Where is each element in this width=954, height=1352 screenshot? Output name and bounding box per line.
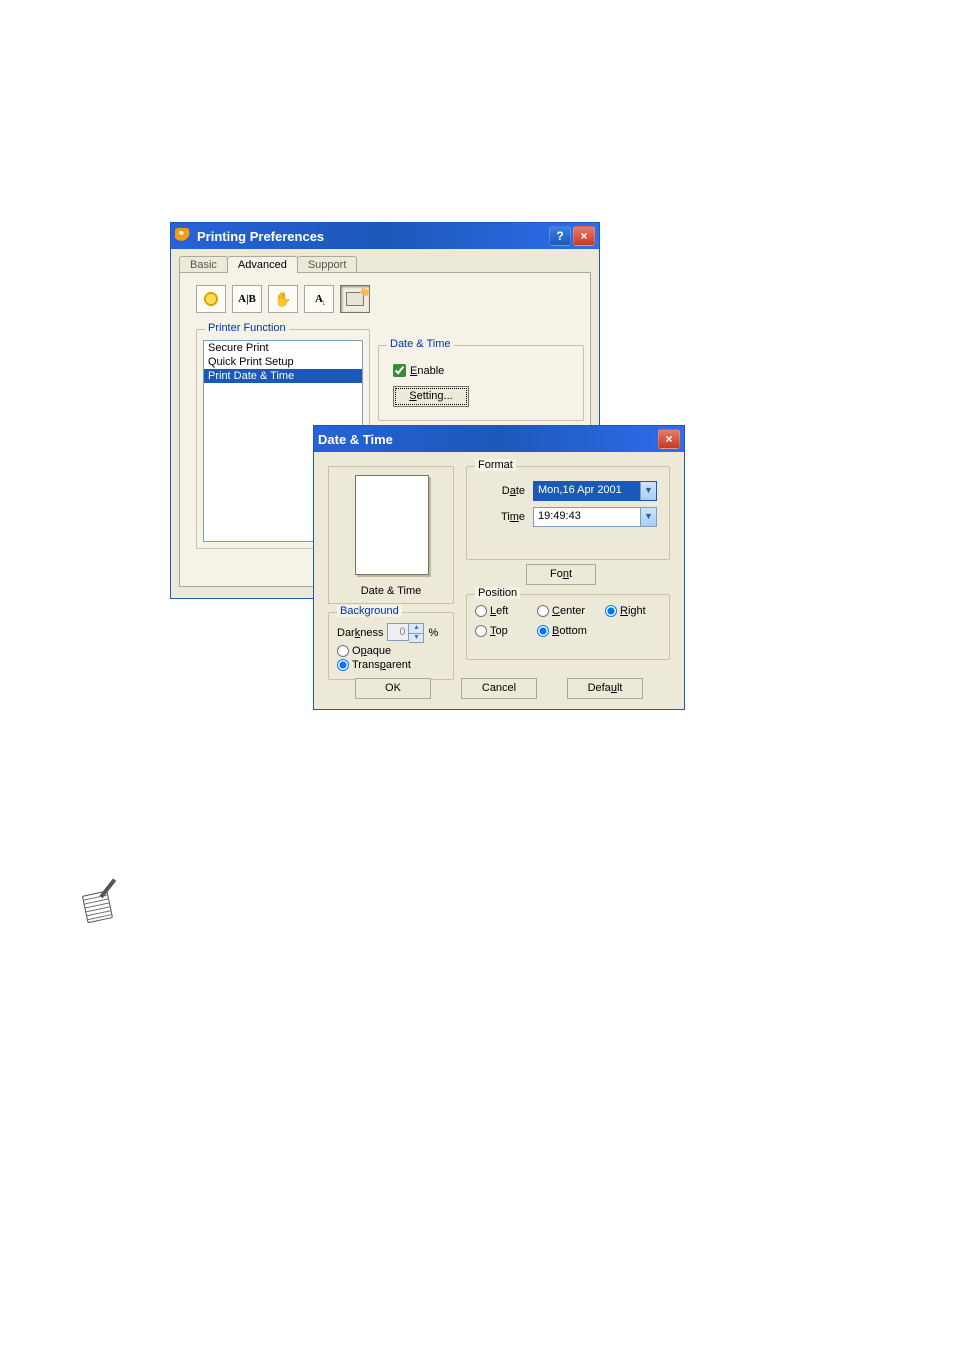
prefs-tabs: Basic Advanced Support <box>171 249 599 272</box>
date-combo[interactable]: Mon,16 Apr 2001 ▼ <box>533 481 657 501</box>
format-group-label: Format <box>475 459 516 471</box>
cancel-button[interactable]: Cancel <box>461 678 537 699</box>
tab-support[interactable]: Support <box>297 256 358 273</box>
chevron-up-icon[interactable]: ▲ <box>409 624 423 633</box>
chevron-down-icon[interactable]: ▼ <box>640 482 656 500</box>
dt-close-button[interactable]: × <box>658 429 680 449</box>
darkness-label: Darkness <box>337 627 383 639</box>
default-button[interactable]: Default <box>567 678 643 699</box>
opaque-radio[interactable]: Opaque <box>337 645 411 657</box>
list-item[interactable]: Print Date & Time <box>204 369 362 383</box>
left-radio[interactable]: Left <box>475 605 537 617</box>
center-radio-input[interactable] <box>537 605 549 617</box>
tab-basic[interactable]: Basic <box>179 256 228 273</box>
watermark-icon[interactable]: ✋ <box>268 285 298 313</box>
note-icon <box>82 889 122 929</box>
right-radio-input[interactable] <box>605 605 617 617</box>
background-group-label: Background <box>337 605 402 617</box>
preview-caption: Date & Time <box>329 585 453 597</box>
prefs-titlebar: Printing Preferences ? × <box>171 223 599 249</box>
opaque-radio-input[interactable] <box>337 645 349 657</box>
format-group: Format Date Mon,16 Apr 2001 ▼ Time 19:49… <box>466 466 670 560</box>
position-group: Position Left Center Right Top <box>466 594 670 660</box>
enable-checkbox[interactable]: Enable <box>393 364 444 377</box>
dialog-buttons: OK Cancel Default <box>314 678 684 699</box>
ok-button[interactable]: OK <box>355 678 431 699</box>
enable-checkbox-input[interactable] <box>393 364 406 377</box>
top-radio[interactable]: Top <box>475 625 537 637</box>
percent-sign: % <box>428 627 438 639</box>
page-setting-icon[interactable]: A <box>304 285 334 313</box>
bottom-radio-input[interactable] <box>537 625 549 637</box>
transparent-radio[interactable]: Transparent <box>337 659 411 671</box>
time-value: 19:49:43 <box>534 508 640 526</box>
darkness-spinner[interactable]: ▲ ▼ <box>409 623 424 643</box>
list-item[interactable]: Quick Print Setup <box>204 355 362 369</box>
date-time-group: Date & Time Enable Setting... <box>378 345 584 421</box>
time-combo[interactable]: 19:49:43 ▼ <box>533 507 657 527</box>
left-radio-input[interactable] <box>475 605 487 617</box>
help-button[interactable]: ? <box>549 226 571 246</box>
preview-page-icon <box>355 475 429 575</box>
date-time-group-label: Date & Time <box>387 338 454 350</box>
enable-label: Enable <box>410 365 444 377</box>
right-radio[interactable]: Right <box>605 605 665 617</box>
list-item[interactable]: Secure Print <box>204 341 362 355</box>
chevron-down-icon[interactable]: ▼ <box>640 508 656 526</box>
advanced-toolbar: A|B ✋ A <box>196 285 370 313</box>
position-group-label: Position <box>475 587 520 599</box>
date-label: Date <box>495 485 525 497</box>
dt-titlebar: Date & Time × <box>314 426 684 452</box>
transparent-label: Transparent <box>352 659 411 671</box>
duplex-icon[interactable]: A|B <box>232 285 262 313</box>
center-radio[interactable]: Center <box>537 605 605 617</box>
printer-function-label: Printer Function <box>205 322 289 334</box>
close-button[interactable]: × <box>573 226 595 246</box>
setting-button[interactable]: Setting... <box>393 386 469 407</box>
opaque-label: Opaque <box>352 645 391 657</box>
prefs-title: Printing Preferences <box>197 229 324 244</box>
font-button[interactable]: Font <box>526 564 596 585</box>
darkness-input[interactable]: 0 <box>387 623 409 641</box>
app-icon <box>175 228 191 244</box>
date-value: Mon,16 Apr 2001 <box>534 482 640 500</box>
tab-advanced[interactable]: Advanced <box>227 256 298 273</box>
preview-box: Date & Time <box>328 466 454 604</box>
device-options-icon[interactable] <box>340 285 370 313</box>
print-quality-icon[interactable] <box>196 285 226 313</box>
background-group: Background Darkness 0 ▲ ▼ % Opaque <box>328 612 454 680</box>
transparent-radio-input[interactable] <box>337 659 349 671</box>
date-time-dialog: Date & Time × Date & Time Background Dar… <box>313 425 685 710</box>
dt-title: Date & Time <box>318 432 393 447</box>
time-label: Time <box>495 511 525 523</box>
top-radio-input[interactable] <box>475 625 487 637</box>
bottom-radio[interactable]: Bottom <box>537 625 605 637</box>
chevron-down-icon[interactable]: ▼ <box>409 633 423 642</box>
